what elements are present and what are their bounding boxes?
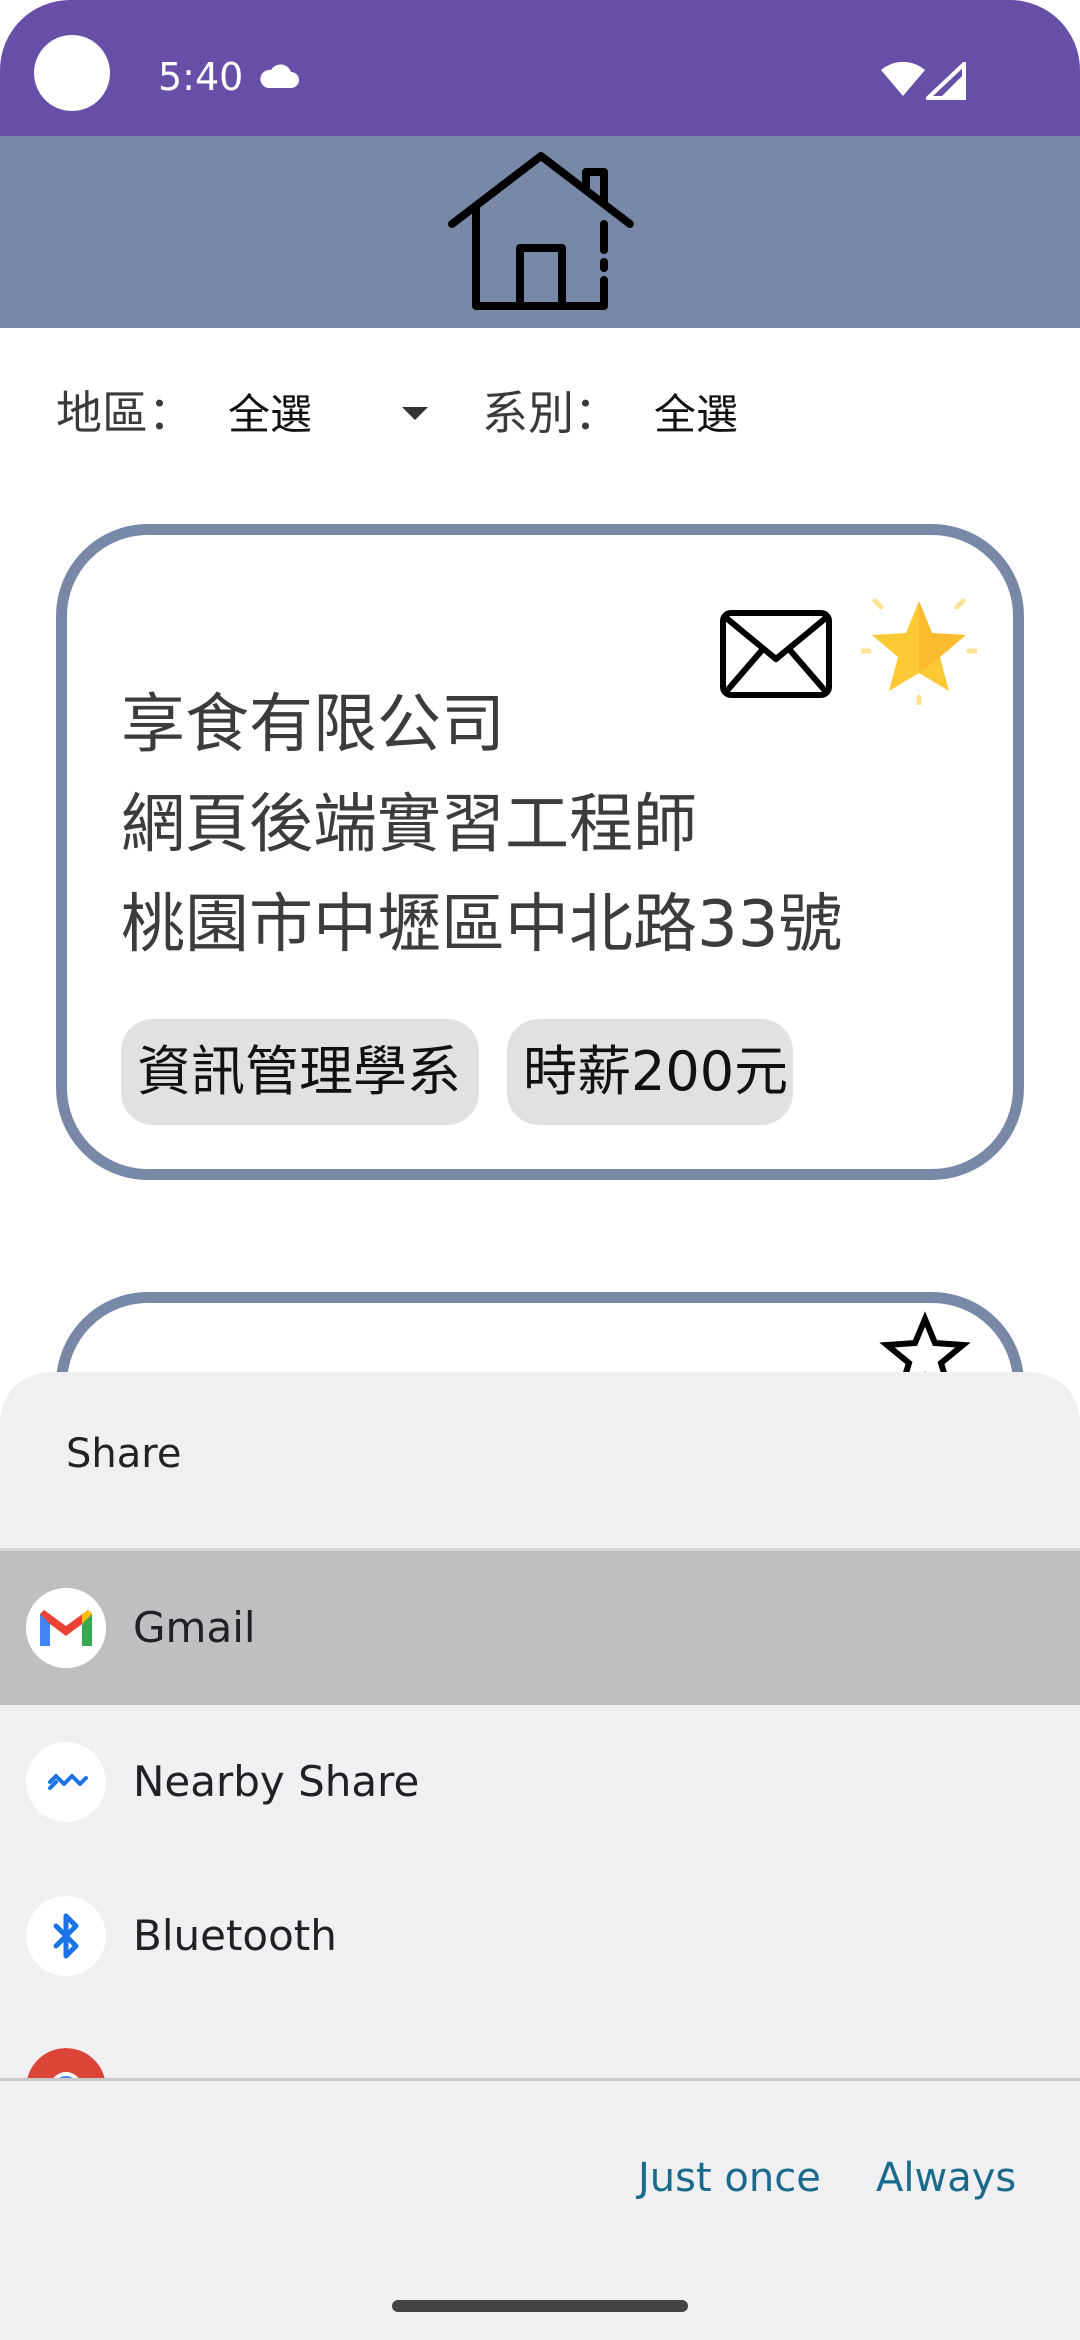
share-option-bluetooth[interactable]: Bluetooth <box>0 1859 1080 2013</box>
company-name: 享食有限公司 <box>121 688 505 762</box>
camera-cutout <box>34 35 110 111</box>
share-option-nearby-share[interactable]: Nearby Share <box>0 1705 1080 1859</box>
status-bar: 5:40 <box>0 0 1080 136</box>
department-label: 系別： <box>482 386 620 440</box>
home-icon[interactable] <box>446 150 636 316</box>
gmail-icon <box>26 1588 106 1668</box>
job-address: 桃園市中壢區中北路33號 <box>121 888 843 962</box>
just-once-button[interactable]: Just once <box>638 2158 821 2198</box>
job-card[interactable]: 享食有限公司 網頁後端實習工程師 桃園市中壢區中北路33號 資訊管理學系 時薪2… <box>56 524 1024 1180</box>
share-sheet: Share Gmail Nearby Share Bluetooth Just … <box>0 1372 1080 2340</box>
gesture-nav-handle[interactable] <box>392 2300 688 2312</box>
wifi-icon <box>881 61 925 96</box>
region-dropdown[interactable]: 全選 <box>228 394 312 436</box>
screen: 5:40 地區： 全選 系別： 全選 享食有限公司 網頁後端實習工程師 桃園市中… <box>0 0 1080 2340</box>
share-option-gmail[interactable]: Gmail <box>0 1551 1080 1705</box>
share-option-label: Nearby Share <box>133 1757 420 1806</box>
cloud-icon <box>260 64 299 88</box>
job-title: 網頁後端實習工程師 <box>121 788 697 862</box>
always-button[interactable]: Always <box>876 2158 1016 2198</box>
share-option-label: Gmail <box>133 1603 256 1652</box>
department-dropdown[interactable]: 全選 <box>654 394 738 436</box>
share-sheet-title: Share <box>66 1431 182 1477</box>
dropdown-arrow-icon[interactable] <box>402 407 428 420</box>
nearby-share-icon <box>26 1742 106 1822</box>
status-time: 5:40 <box>158 55 244 99</box>
salary-tag: 時薪200元 <box>507 1019 793 1125</box>
share-option-label: Bluetooth <box>133 1911 337 1960</box>
favorite-star-icon[interactable] <box>861 593 977 705</box>
filter-bar: 地區： 全選 系別： 全選 <box>0 360 1080 470</box>
cell-signal-icon <box>926 62 966 100</box>
mail-icon[interactable] <box>719 609 833 699</box>
region-label: 地區： <box>56 386 194 440</box>
department-tag: 資訊管理學系 <box>121 1019 479 1125</box>
bluetooth-icon <box>26 1896 106 1976</box>
